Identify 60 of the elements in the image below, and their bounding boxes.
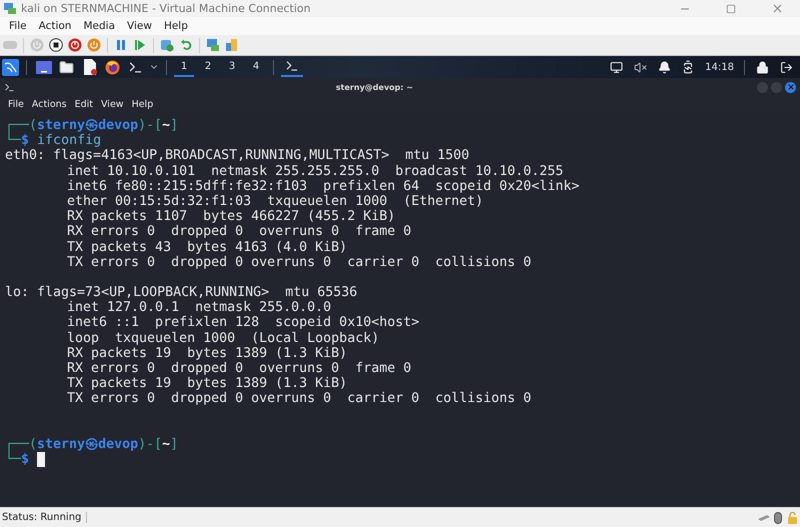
output-line: RX errors 0 dropped 0 overruns 0 frame 0 <box>67 224 412 240</box>
menu-item[interactable]: File <box>4 98 28 110</box>
output-line: TX packets 43 bytes 4163 (4.0 KiB) <box>67 240 348 254</box>
prompt-line: ┌──(sterny㉿devop)-[~] <box>5 118 178 133</box>
menu-item[interactable]: View <box>122 20 157 32</box>
stop-icon <box>49 38 63 52</box>
undo-icon <box>180 39 192 51</box>
kali-menu-button[interactable] <box>2 58 19 76</box>
output-line: loop txqueuelen 1000 (Local Loopback) <box>67 330 380 346</box>
status-text: Status: Running <box>0 512 88 523</box>
workspace-button[interactable]: 2 <box>198 57 218 77</box>
toolbar-button[interactable] <box>48 37 64 53</box>
terminal-title: sterny@devop: ~ <box>334 82 414 92</box>
output-line: inet 127.0.0.1 netmask 255.0.0.0 <box>67 300 332 316</box>
mouse-icon <box>772 510 784 524</box>
output-line: RX errors 0 dropped 0 overruns 0 frame 0 <box>67 361 412 376</box>
workspace-button[interactable]: 4 <box>246 57 266 77</box>
pause-icon <box>115 39 127 51</box>
output-line: inet6 fe80::215:5dff:fe32:f103 prefixlen 64 scopeid 0x20<link> <box>67 178 580 194</box>
firefox-icon[interactable] <box>103 58 122 76</box>
output-line: TX packets 19 bytes 1389 (1.3 KiB) <box>67 376 348 392</box>
desktop-icon[interactable] <box>34 58 53 76</box>
monitor-icon <box>206 38 220 52</box>
close-button[interactable] <box>785 82 796 92</box>
menu-item[interactable]: File <box>4 20 32 32</box>
output-line: RX packets 1107 bytes 466227 (455.2 KiB) <box>67 209 396 224</box>
app-icon <box>4 3 16 14</box>
output-line: inet6 ::1 prefixlen 128 scopeid 0x10<host> <box>67 315 420 330</box>
output-line: RX packets 19 bytes 1389 (1.3 KiB) <box>67 346 348 361</box>
menu-item[interactable]: View <box>97 98 128 110</box>
output-line: inet 10.10.0.101 netmask 255.255.255.0 broadcast 10.10.0.255 <box>67 164 564 179</box>
power-icon <box>87 38 101 52</box>
lock-icon <box>786 510 798 524</box>
workspace-button[interactable]: 3 <box>222 57 242 77</box>
command-line: └─$ ifconfig <box>5 133 102 148</box>
power-icon <box>30 38 44 52</box>
share-icon <box>225 38 239 52</box>
output-line: TX errors 0 dropped 0 overruns 0 carrier 0 collisions 0 <box>67 391 532 406</box>
output-line: TX errors 0 dropped 0 overruns 0 carrier 0 collisions 0 <box>67 254 532 270</box>
command-line: └─$ <box>5 452 30 468</box>
clock: 14:18 <box>704 62 735 72</box>
prompt-line: ┌──(sterny㉿devop)-[~] <box>5 436 178 452</box>
menu-item[interactable]: Media <box>78 20 120 32</box>
output-line: ether 00:15:5d:32:f1:03 txqueuelen 1000 (Ethernet) <box>67 194 484 209</box>
terminal-icon <box>4 82 15 92</box>
menu-item[interactable]: Help <box>128 98 158 110</box>
maximize-icon <box>726 4 736 14</box>
power-icon <box>68 38 82 52</box>
menu-item[interactable]: Help <box>158 20 193 32</box>
menu-item[interactable]: Actions <box>28 98 71 110</box>
close-icon <box>770 2 784 15</box>
menu-item[interactable]: Action <box>34 20 76 32</box>
output-line: eth0: flags=4163<UP,BROADCAST,RUNNING,MULTICAST> mtu 1500 <box>5 148 470 164</box>
play-icon <box>134 39 146 51</box>
close-icon <box>786 83 794 91</box>
window-title: kali on STERNMACHINE - Virtual Machine Connection <box>21 2 312 15</box>
menu-item[interactable]: Edit <box>70 98 98 110</box>
keyboard-icon <box>3 40 17 50</box>
output-line: lo: flags=73<UP,LOOPBACK,RUNNING> mtu 65536 <box>5 285 358 300</box>
terminal-icon <box>285 59 299 73</box>
